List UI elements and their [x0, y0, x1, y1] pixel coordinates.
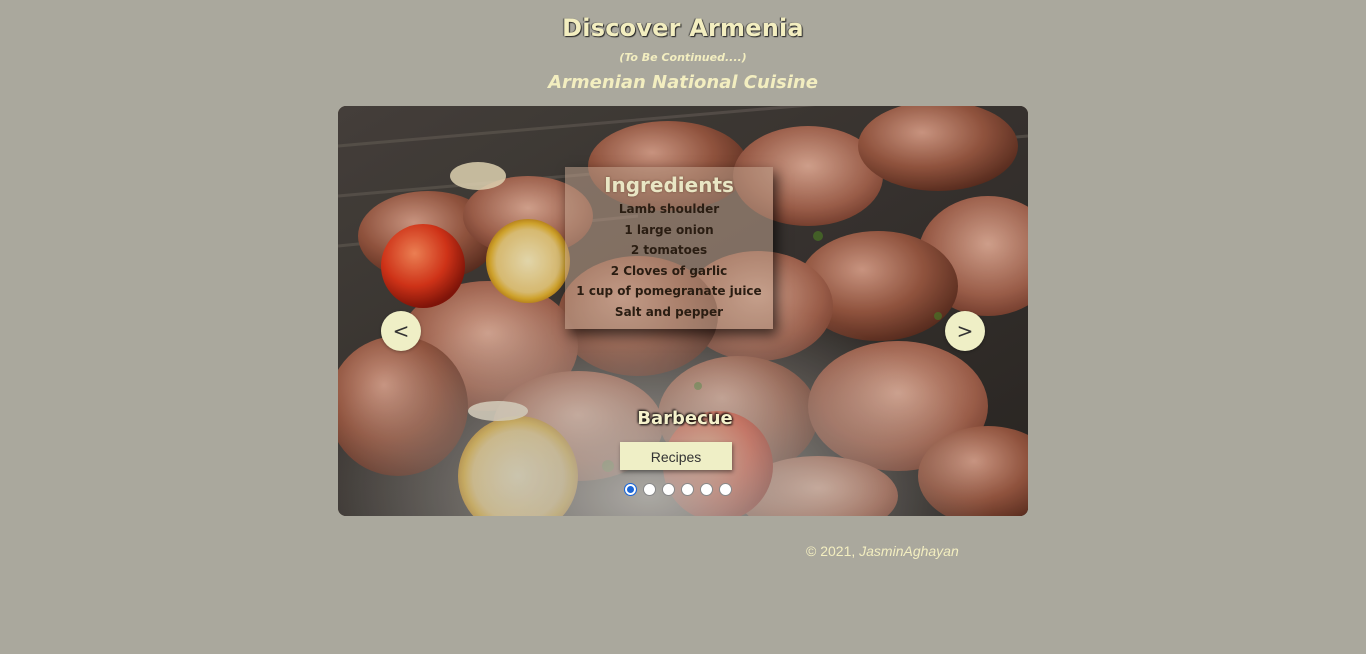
page-note: (To Be Continued....) [619, 51, 747, 64]
image-carousel: Ingredients Lamb shoulder 1 large onion … [338, 106, 1028, 516]
page: Discover Armenia (To Be Continued....) A… [0, 0, 1366, 654]
carousel-dot-6[interactable] [719, 483, 732, 496]
ingredients-list: Lamb shoulder 1 large onion 2 tomatoes 2… [565, 199, 773, 323]
copyright-text: © 2021, [806, 543, 860, 559]
ingredient-item: 2 Cloves of garlic [610, 263, 728, 278]
page-subtitle: Armenian National Cuisine [548, 72, 818, 93]
ingredient-item: Lamb shoulder [618, 202, 720, 216]
carousel-dot-2[interactable] [643, 483, 656, 496]
recipes-button[interactable]: Recipes [620, 442, 732, 470]
carousel-dot-1[interactable] [624, 483, 637, 496]
ingredients-title: Ingredients [604, 173, 734, 197]
ingredient-item: Salt and pepper [614, 304, 724, 319]
carousel-dot-5[interactable] [700, 483, 713, 496]
ingredient-item: 1 large onion [624, 222, 714, 237]
carousel-next-button[interactable]: > [945, 311, 985, 351]
carousel-dot-4[interactable] [681, 483, 694, 496]
footer: © 2021, JasminAghayan [806, 543, 959, 559]
author-name: JasminAghayan [859, 543, 959, 559]
ingredient-item: 2 tomatoes [630, 243, 708, 258]
ingredient-item: 1 cup of pomegranate juice [576, 284, 762, 299]
carousel-dot-3[interactable] [662, 483, 675, 496]
page-title: Discover Armenia [562, 14, 804, 42]
slide-caption: Barbecue [637, 408, 733, 429]
carousel-indicators [624, 483, 732, 497]
ingredients-card: Ingredients Lamb shoulder 1 large onion … [565, 167, 773, 329]
carousel-prev-button[interactable]: < [381, 311, 421, 351]
